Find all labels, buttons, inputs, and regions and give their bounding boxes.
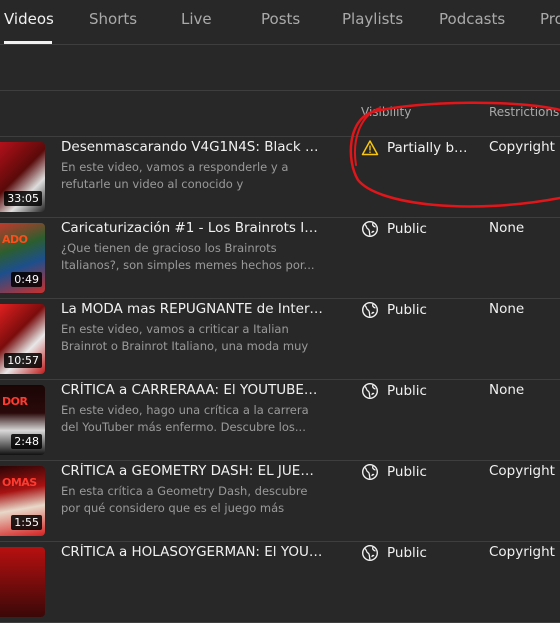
filter-toolbar [0, 45, 560, 91]
video-title[interactable]: Caricaturización #1 - Los Brainrots ITAL… [61, 220, 323, 236]
tab-podcasts[interactable]: Podcasts [439, 10, 505, 28]
restriction-label[interactable]: Copyright [489, 139, 555, 155]
table-row[interactable]: DOR 2:48 CRÍTICA a CARRERAAA: El YOUTUBE… [0, 380, 560, 461]
table-header: Visibility Restrictions [0, 91, 560, 137]
globe-icon [361, 382, 379, 400]
column-header-visibility[interactable]: Visibility [361, 105, 411, 119]
restriction-label[interactable]: None [489, 220, 524, 236]
visibility-label: Public [387, 383, 427, 399]
visibility-cell[interactable]: Partially blo... [361, 139, 471, 157]
visibility-label: Public [387, 464, 427, 480]
thumbnail-overlay-text: ADO [2, 233, 28, 246]
table-row[interactable]: 10:57 La MODA mas REPUGNANTE de Internet… [0, 299, 560, 380]
tab-shorts[interactable]: Shorts [89, 10, 137, 28]
table-row[interactable]: CRÍTICA a HOLASOYGERMAN: El YOUTUBER ...… [0, 542, 560, 623]
thumbnail-overlay-text: OMAS [2, 476, 37, 489]
tab-playlists[interactable]: Playlists [342, 10, 403, 28]
restriction-label[interactable]: Copyright [489, 463, 555, 479]
tab-videos[interactable]: Videos [4, 10, 54, 28]
table-row[interactable]: OMAS 1:55 CRÍTICA a GEOMETRY DASH: EL JU… [0, 461, 560, 542]
video-description: En esta crítica a Geometry Dash, descubr… [61, 484, 308, 515]
visibility-cell[interactable]: Public [361, 463, 471, 481]
tab-live[interactable]: Live [181, 10, 212, 28]
active-tab-indicator [4, 41, 52, 44]
restriction-label[interactable]: Copyright [489, 544, 555, 560]
video-title[interactable]: CRÍTICA a HOLASOYGERMAN: El YOUTUBER ... [61, 544, 323, 560]
globe-icon [361, 220, 379, 238]
video-thumbnail[interactable]: OMAS 1:55 [0, 466, 45, 536]
tab-promotions[interactable]: Pro [540, 10, 560, 28]
visibility-cell[interactable]: Public [361, 301, 471, 319]
visibility-label: Public [387, 302, 427, 318]
video-title[interactable]: CRÍTICA a GEOMETRY DASH: EL JUEGO ma... [61, 463, 323, 479]
video-duration: 2:48 [11, 434, 42, 449]
video-thumbnail[interactable]: 10:57 [0, 304, 45, 374]
video-description: En este video, vamos a criticar a Italia… [61, 322, 309, 353]
video-duration: 0:49 [11, 272, 42, 287]
globe-icon [361, 301, 379, 319]
video-description: En este video, hago una crítica a la car… [61, 403, 309, 434]
table-row[interactable]: 33:05 Desenmascarando V4G1N4S: Black Rev… [0, 137, 560, 218]
thumbnail-overlay-text: DOR [2, 395, 28, 408]
visibility-cell[interactable]: Public [361, 382, 471, 400]
video-thumbnail[interactable]: 33:05 [0, 142, 45, 212]
restriction-label[interactable]: None [489, 301, 524, 317]
channel-tabs: Videos Shorts Live Posts Playlists Podca… [0, 0, 560, 45]
globe-icon [361, 463, 379, 481]
video-description: En este video, vamos a responderle y a r… [61, 160, 289, 191]
visibility-label: Public [387, 221, 427, 237]
visibility-label: Partially blo... [387, 140, 469, 156]
video-duration: 33:05 [4, 191, 42, 206]
table-row[interactable]: ADO 0:49 Caricaturización #1 - Los Brain… [0, 218, 560, 299]
video-title[interactable]: La MODA mas REPUGNANTE de Internet: C... [61, 301, 323, 317]
video-thumbnail[interactable]: ADO 0:49 [0, 223, 45, 293]
visibility-cell[interactable]: Public [361, 220, 471, 238]
video-title[interactable]: CRÍTICA a CARRERAAA: El YOUTUBER mas ... [61, 382, 323, 398]
globe-icon [361, 544, 379, 562]
restriction-label[interactable]: None [489, 382, 524, 398]
tab-posts[interactable]: Posts [261, 10, 300, 28]
column-header-restrictions[interactable]: Restrictions [489, 105, 559, 119]
video-duration: 1:55 [11, 515, 42, 530]
visibility-label: Public [387, 545, 427, 561]
warning-icon [361, 140, 379, 156]
video-description: ¿Que tienen de gracioso los Brainrots It… [61, 241, 315, 272]
video-title[interactable]: Desenmascarando V4G1N4S: Black Review ..… [61, 139, 323, 155]
video-thumbnail[interactable]: DOR 2:48 [0, 385, 45, 455]
video-duration: 10:57 [4, 353, 42, 368]
video-thumbnail[interactable] [0, 547, 45, 617]
visibility-cell[interactable]: Public [361, 544, 471, 562]
